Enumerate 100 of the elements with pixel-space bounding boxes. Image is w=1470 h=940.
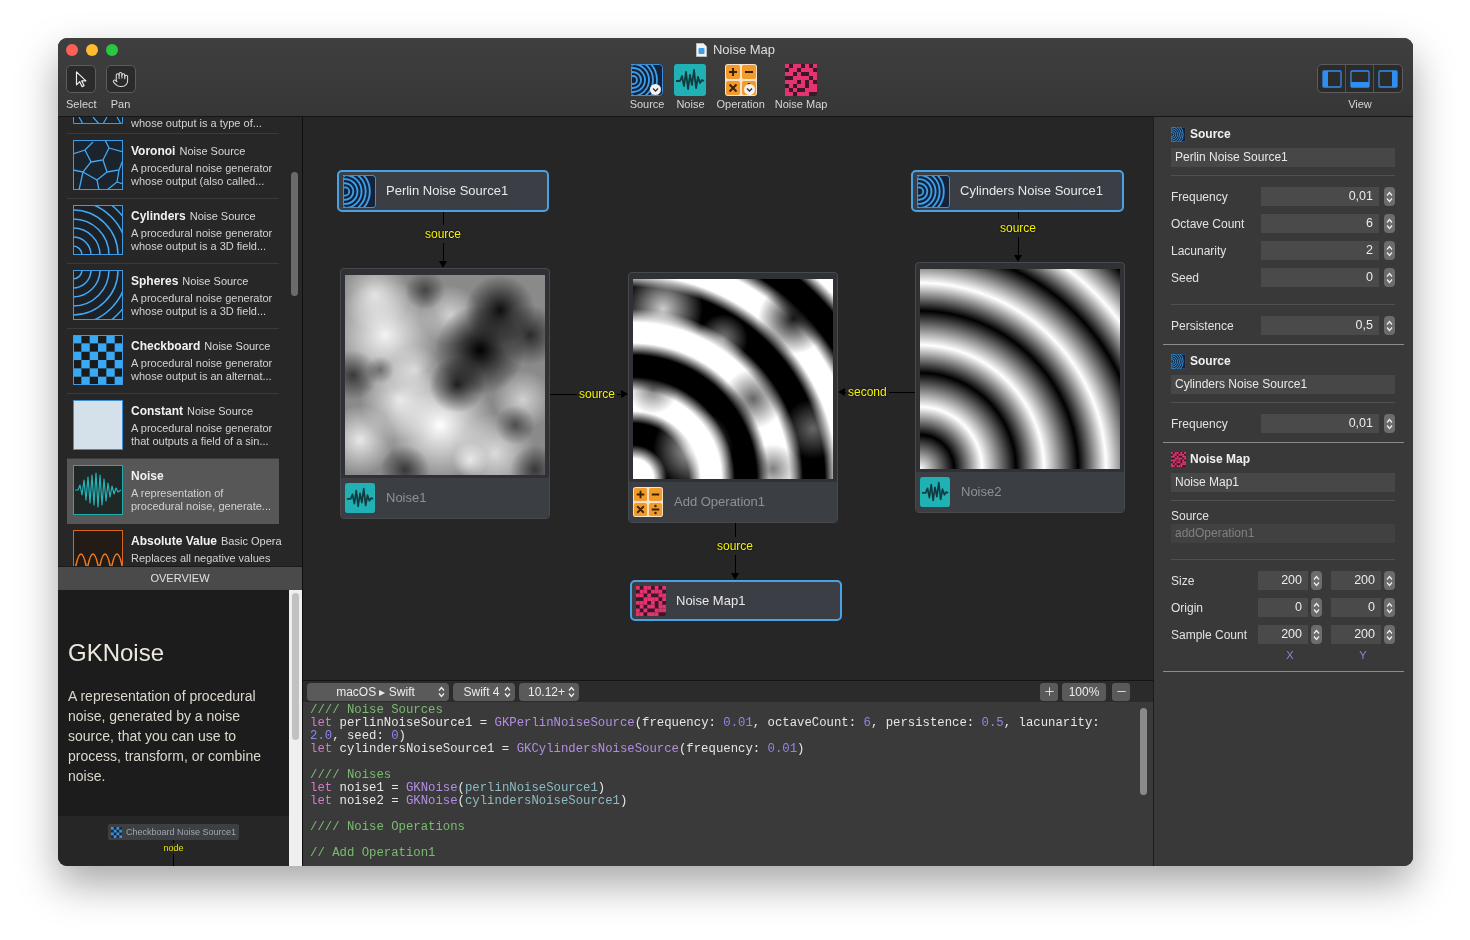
item-description: A representation of procedural noise, generate...: [131, 487, 272, 513]
updown-chevron-icon: [1386, 601, 1393, 614]
code-line: //// Noise Sources: [310, 704, 443, 717]
connector-label: second: [848, 385, 887, 399]
scrollbar-thumb[interactable]: [1140, 708, 1147, 795]
connector-line: [734, 523, 736, 537]
overview-heading: GKNoise: [68, 639, 165, 667]
stepper-control[interactable]: [1384, 241, 1395, 260]
readonly-field: addOperation1: [1171, 524, 1395, 543]
connector-arrow: [731, 555, 739, 580]
field-label: Persistence: [1171, 317, 1235, 335]
connector-arrow: [838, 388, 846, 396]
checkerboard-icon: [73, 335, 123, 385]
number-field[interactable]: 6: [1261, 214, 1379, 233]
operation-tool-button[interactable]: Operation: [716, 64, 765, 111]
number-field[interactable]: 200: [1331, 571, 1381, 590]
select-tool-button[interactable]: Select: [66, 65, 97, 111]
stepper-control[interactable]: [1384, 414, 1395, 433]
updown-chevron-icon: [1313, 574, 1320, 587]
waveform-icon: [674, 64, 707, 96]
view-label: View: [1348, 98, 1372, 111]
plain-tile-icon: [73, 400, 123, 450]
library-item[interactable]: Noise A representation of procedural noise, generate...: [67, 459, 279, 524]
connector-label: source: [1000, 221, 1036, 235]
popup-button[interactable]: 10.12+: [519, 682, 579, 701]
field-label: Source: [1171, 509, 1210, 523]
number-field[interactable]: 0,01: [1261, 187, 1379, 206]
waveform-icon: [920, 477, 950, 507]
item-description: A procedural noise generator whose output is a 3D field...: [131, 227, 273, 253]
minimize-button[interactable]: [86, 44, 98, 56]
item-description: A procedural noise generator that outputs a field of a sin...: [131, 422, 273, 448]
overview-description: A representation of procedural noise, generated by a noise source, that you can use to process, transform, or combine noise.: [68, 687, 262, 786]
pan-tool-button[interactable]: Pan: [105, 65, 136, 111]
node-card[interactable]: Cylinders Noise Source1: [911, 170, 1124, 212]
stepper-control[interactable]: [1384, 598, 1395, 617]
number-field[interactable]: 0: [1331, 598, 1381, 617]
node-label: Cylinders Noise Source1: [960, 182, 1104, 201]
number-field[interactable]: 2: [1261, 241, 1379, 260]
item-category: Noise Source: [189, 209, 256, 223]
number-field[interactable]: 0: [1258, 598, 1308, 617]
stepper-control[interactable]: [1384, 571, 1395, 590]
updown-chevron-icon: [1313, 628, 1320, 641]
stepper-control[interactable]: [1384, 625, 1395, 644]
stepper-control[interactable]: [1311, 625, 1322, 644]
noise-tool-button[interactable]: Noise: [674, 64, 707, 111]
zoom-level-button[interactable]: 100%: [1062, 682, 1106, 701]
node-card[interactable]: Noise Map1: [630, 580, 842, 621]
plus-icon: [1042, 685, 1056, 698]
field-label: Size: [1171, 572, 1196, 590]
number-field[interactable]: 0,01: [1261, 414, 1379, 433]
library-item[interactable]: Voronoi Noise Source A procedural noise generator whose output (also called...: [67, 134, 279, 199]
stepper-control[interactable]: [1384, 268, 1395, 287]
noise-map-tool-button[interactable]: Noise Map: [774, 64, 828, 111]
stepper-control[interactable]: [1311, 598, 1322, 617]
stepper-control[interactable]: [1384, 316, 1395, 335]
node-label: Add Operation1: [674, 493, 766, 512]
number-field[interactable]: 0: [1261, 268, 1379, 287]
math-operators-icon: [633, 487, 663, 517]
axis-label: Y: [1359, 648, 1367, 662]
scrollbar-thumb[interactable]: [291, 172, 298, 296]
name-field[interactable]: Cylinders Noise Source1: [1171, 375, 1395, 394]
field-label: Frequency: [1171, 415, 1229, 433]
connector-line: [550, 393, 577, 395]
library-item[interactable]: Spheres Noise Source A procedural noise generator whose output is a 3D field...: [67, 264, 279, 329]
popup-button[interactable]: Swift 4: [453, 682, 515, 701]
arcs-pattern-icon: [73, 270, 123, 320]
rings-icon: [1171, 126, 1186, 142]
updown-chevron-icon: [504, 685, 511, 698]
number-field[interactable]: 200: [1331, 625, 1381, 644]
zoom-out-button[interactable]: [1112, 682, 1130, 701]
section-title: Source: [1190, 353, 1231, 370]
stepper-control[interactable]: [1384, 187, 1395, 206]
stepper-control[interactable]: [1311, 571, 1322, 590]
scrollbar-thumb[interactable]: [292, 593, 299, 740]
pixel-grid-icon: [785, 64, 818, 96]
updown-chevron-icon: [1386, 417, 1393, 430]
number-field[interactable]: 200: [1258, 571, 1308, 590]
checkerboard-icon: [110, 826, 122, 838]
popup-button[interactable]: macOS ▸ Swift: [307, 682, 449, 701]
node-card[interactable]: Perlin Noise Source1: [337, 170, 549, 212]
overview-header: OVERVIEW: [58, 566, 302, 590]
source-tool-button[interactable]: Source: [629, 64, 665, 111]
voronoi-pattern-icon: [73, 140, 123, 190]
code-line: // Add Operation1: [310, 847, 436, 860]
field-label: Origin: [1171, 599, 1204, 617]
zoom-button[interactable]: [106, 44, 118, 56]
library-item[interactable]: Checkboard Noise Source A procedural noise generator whose output is an alternat...: [67, 329, 279, 394]
close-button[interactable]: [66, 44, 78, 56]
updown-chevron-icon: [1386, 217, 1393, 230]
pixel-grid-icon: [636, 585, 666, 616]
number-field[interactable]: 0,5: [1261, 316, 1379, 335]
name-field[interactable]: Perlin Noise Source1: [1171, 148, 1395, 167]
library-item[interactable]: Constant Noise Source A procedural noise generator that outputs a field of a sin...: [67, 394, 279, 459]
zoom-in-button[interactable]: [1040, 682, 1058, 701]
name-field[interactable]: Noise Map1: [1171, 473, 1395, 492]
updown-chevron-icon: [1386, 271, 1393, 284]
item-description: whose output is a type of...: [131, 117, 262, 130]
node-label: Perlin Noise Source1: [386, 182, 509, 201]
number-field[interactable]: 200: [1258, 625, 1308, 644]
stepper-control[interactable]: [1384, 214, 1395, 233]
